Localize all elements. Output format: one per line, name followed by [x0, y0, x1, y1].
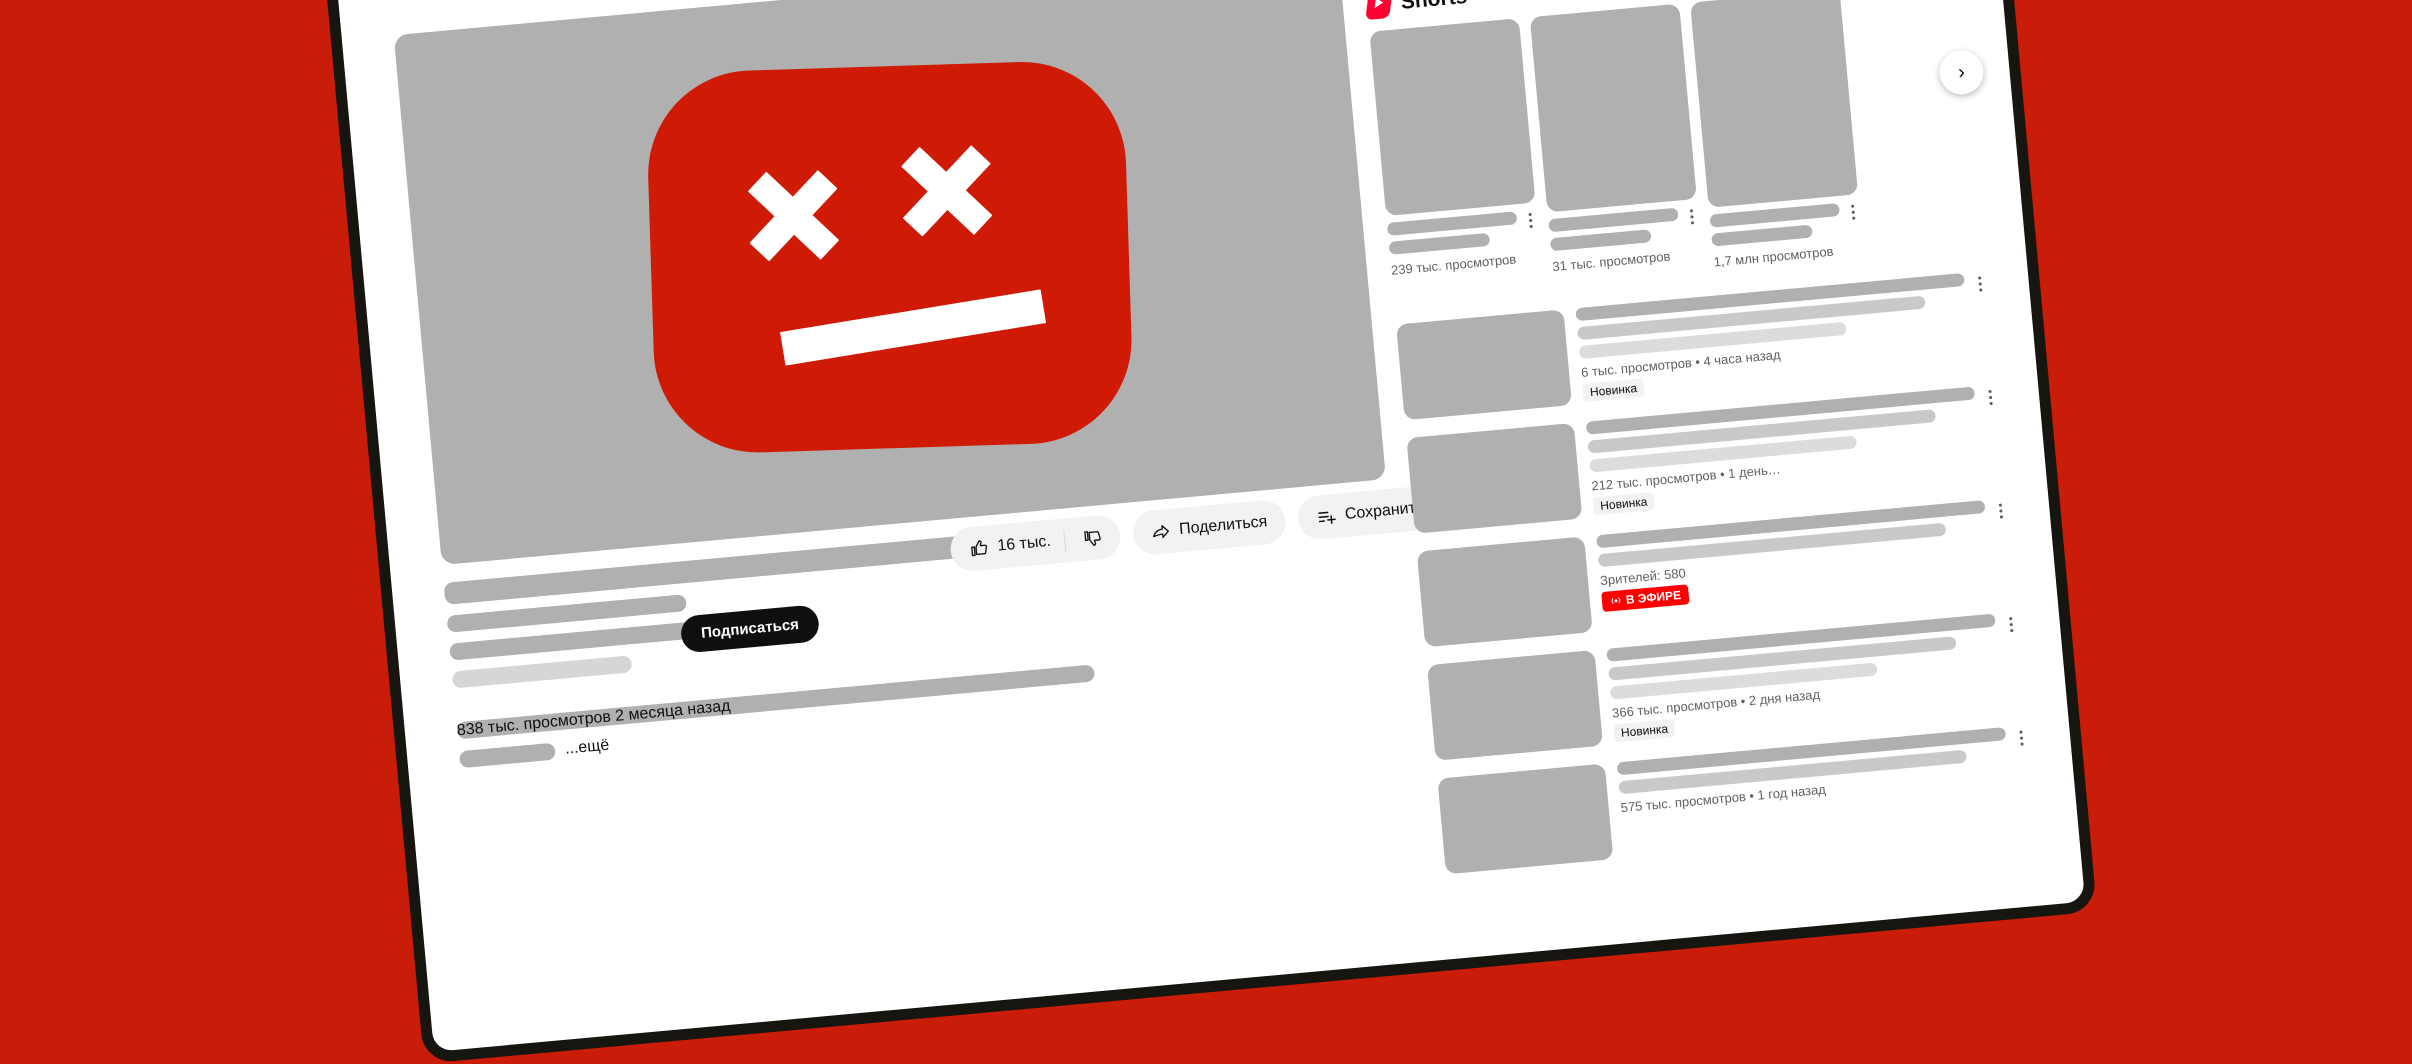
skeleton-bar: [458, 742, 556, 768]
video-menu-icon[interactable]: [1972, 273, 1988, 292]
shorts-card[interactable]: 239 тыс. просмотров: [1369, 18, 1543, 298]
skeleton-bar: [451, 655, 633, 689]
status-badge: Новинка: [1582, 378, 1645, 402]
status-badge: Новинка: [1613, 719, 1676, 743]
live-badge: В ЭФИРЕ: [1601, 584, 1690, 613]
video-menu-icon[interactable]: [2003, 614, 2019, 633]
x-eye-left: [744, 166, 843, 265]
shorts-menu-icon[interactable]: [1684, 206, 1700, 225]
shorts-card[interactable]: 1,7 млн просмотров: [1690, 0, 1864, 270]
subscribe-button[interactable]: Подписаться: [679, 604, 821, 654]
skeleton-bar: [1709, 202, 1841, 228]
divider: [1062, 528, 1066, 553]
video-thumbnail[interactable]: [1437, 763, 1614, 875]
video-menu-icon[interactable]: [1982, 386, 1998, 406]
x-eye-right: [897, 141, 996, 240]
video-player[interactable]: [393, 0, 1386, 566]
thumbs-down-icon: [1083, 531, 1101, 547]
shorts-thumbnail[interactable]: [1529, 3, 1697, 213]
like-count: 16 тыс.: [996, 532, 1052, 555]
shorts-title: Shorts: [1400, 0, 1468, 15]
dead-youtube-face: [644, 58, 1135, 456]
shorts-thumbnail[interactable]: [1369, 18, 1536, 217]
share-label: Поделиться: [1178, 513, 1269, 539]
shorts-menu-icon[interactable]: [1522, 209, 1538, 229]
mouth-line: [780, 289, 1047, 366]
main-column: Подписаться 838 тыс. просмотров 2 месяца…: [340, 0, 1501, 1052]
thumbs-up-icon: [971, 540, 988, 557]
status-badge: Новинка: [1592, 491, 1656, 516]
video-thumbnail[interactable]: [1406, 422, 1583, 534]
page-content: Подписаться 838 тыс. просмотров 2 месяца…: [340, 0, 2085, 1052]
browser-window: YouTube RU Введите запрос: [318, 0, 2098, 1064]
video-thumbnail[interactable]: [1416, 536, 1593, 648]
share-arrow-icon: [1152, 525, 1169, 539]
skeleton-bar: [1388, 232, 1491, 255]
video-menu-icon[interactable]: [1993, 500, 2009, 519]
shorts-card[interactable]: 31 тыс. просмотров: [1529, 3, 1704, 284]
shorts-next-button[interactable]: ›: [1937, 48, 1986, 97]
video-thumbnail[interactable]: [1427, 649, 1604, 761]
skeleton-bar: [1386, 211, 1518, 236]
shorts-icon: [1365, 0, 1393, 21]
live-badge-label: В ЭФИРЕ: [1625, 587, 1682, 607]
save-playlist-icon: [1318, 511, 1336, 524]
skeleton-bar: [1549, 229, 1652, 252]
broadcast-icon: [1611, 597, 1621, 605]
video-menu-icon[interactable]: [2013, 727, 2029, 746]
shorts-menu-icon[interactable]: [1845, 201, 1861, 220]
window-frame: YouTube RU Введите запрос: [318, 0, 2098, 1064]
video-thumbnail[interactable]: [1396, 309, 1573, 421]
skeleton-bar: [1711, 224, 1814, 247]
right-sidebar: Все видео Похожий контент Для вас › Shor…: [1346, 0, 2037, 960]
shorts-thumbnail[interactable]: [1690, 0, 1859, 208]
shorts-row: › 239 тыс. просмотров 31 тыс. просмотров…: [1369, 0, 1986, 299]
expand-description-link[interactable]: ...ещё: [564, 737, 610, 759]
skeleton-bar: [1548, 207, 1679, 233]
recommended-videos-list: 6 тыс. просмотров • 4 часа назад Новинка…: [1396, 271, 2030, 875]
